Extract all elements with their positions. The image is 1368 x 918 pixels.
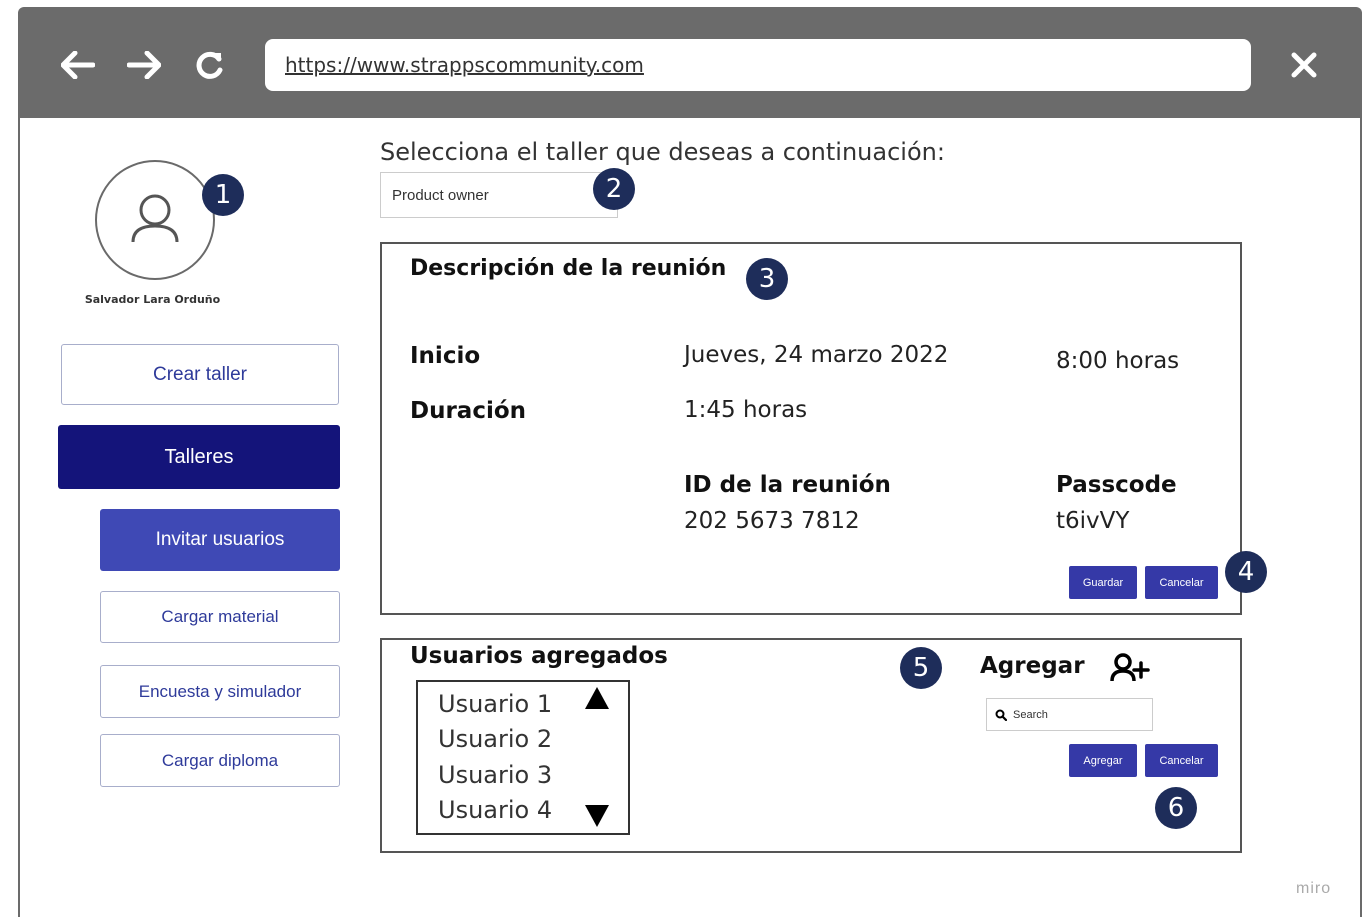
scroll-up-glyph [585, 687, 609, 709]
user-icon [131, 194, 179, 243]
profile-name: Salvador Lara Orduño [84, 293, 221, 306]
list-item[interactable]: Usuario 2 [438, 725, 552, 753]
list-item[interactable]: Usuario 1 [438, 690, 552, 718]
arrow-right-glyph [127, 51, 161, 79]
sidebar-item-crear-taller[interactable]: Crear taller [61, 344, 339, 405]
address-bar[interactable]: https://www.strappscommunity.com [265, 39, 1251, 91]
add-title: Agregar [980, 653, 1085, 679]
scroll-down-glyph [585, 805, 609, 827]
scroll-up-icon[interactable] [584, 686, 610, 714]
arrow-left-glyph [61, 51, 95, 79]
scroll-down-icon[interactable] [584, 804, 610, 832]
add-user-icon[interactable] [1108, 651, 1152, 689]
list-item[interactable]: Usuario 4 [438, 796, 552, 824]
sidebar-item-invitar-usuarios[interactable]: Invitar usuarios [100, 509, 340, 571]
url-text: https://www.strappscommunity.com [285, 53, 644, 77]
sidebar-item-cargar-diploma[interactable]: Cargar diploma [100, 734, 340, 787]
meeting-id-value: 202 5673 7812 [684, 508, 860, 534]
users-title: Usuarios agregados [410, 643, 668, 669]
workshop-select[interactable]: Product owner [380, 172, 618, 218]
add-users-button[interactable]: Agregar [1069, 744, 1137, 777]
search-input[interactable]: Search [986, 698, 1153, 731]
meeting-id-label: ID de la reunión [684, 472, 891, 498]
add-user-glyph [1110, 653, 1150, 682]
inicio-time: 8:00 horas [1056, 348, 1180, 374]
sidebar-item-encuesta-simulador[interactable]: Encuesta y simulador [100, 665, 340, 718]
cancel-users-button[interactable]: Cancelar [1145, 744, 1218, 777]
arrow-left-icon[interactable] [58, 45, 98, 85]
search-placeholder: Search [1013, 708, 1048, 721]
close-icon[interactable] [1284, 45, 1324, 85]
sidebar-item-cargar-material[interactable]: Cargar material [100, 591, 340, 643]
badge-5: 5 [900, 647, 942, 689]
badge-4: 4 [1225, 551, 1267, 593]
reload-glyph [196, 51, 223, 79]
passcode-label: Passcode [1056, 472, 1177, 498]
duracion-value: 1:45 horas [684, 397, 808, 423]
badge-2: 2 [593, 168, 635, 210]
search-icon [995, 709, 1007, 721]
close-glyph [1291, 52, 1317, 78]
inicio-date: Jueves, 24 marzo 2022 [684, 342, 949, 368]
avatar[interactable] [95, 160, 215, 280]
badge-3: 3 [746, 258, 788, 300]
meeting-panel [380, 242, 1242, 615]
cancel-meeting-button[interactable]: Cancelar [1145, 566, 1218, 599]
sidebar-item-talleres[interactable]: Talleres [58, 425, 340, 489]
badge-1: 1 [202, 174, 244, 216]
duracion-label: Duración [410, 398, 527, 424]
passcode-value: t6ivVY [1056, 508, 1130, 534]
arrow-right-icon[interactable] [124, 45, 164, 85]
inicio-label: Inicio [410, 343, 481, 369]
workshop-prompt: Selecciona el taller que deseas a contin… [380, 138, 945, 166]
miro-watermark: miro [1296, 880, 1332, 897]
meeting-title: Descripción de la reunión [410, 256, 727, 281]
badge-6: 6 [1155, 787, 1197, 829]
save-button[interactable]: Guardar [1069, 566, 1137, 599]
reload-icon[interactable] [190, 45, 230, 85]
list-item[interactable]: Usuario 3 [438, 761, 552, 789]
